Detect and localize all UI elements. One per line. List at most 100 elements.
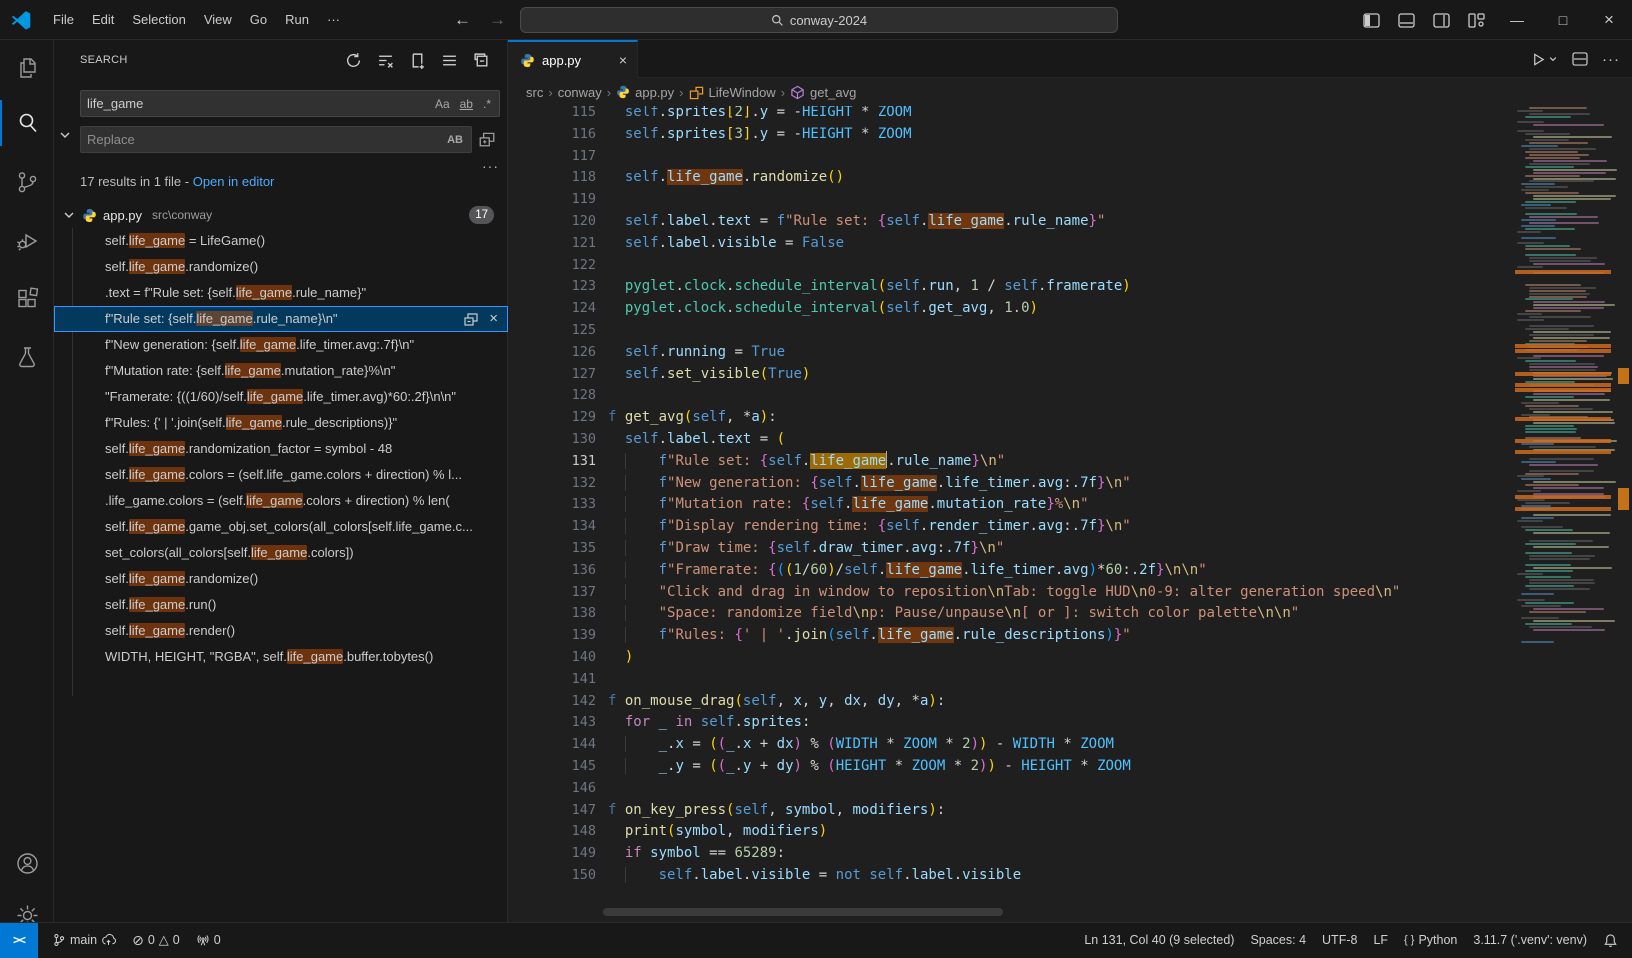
code-line[interactable]: 125: [508, 320, 1513, 342]
search-icon[interactable]: [0, 100, 54, 146]
breadcrumb-app-py[interactable]: app.py: [635, 85, 674, 100]
search-result-row[interactable]: .life_game.colors = (self.life_game.colo…: [54, 488, 508, 514]
code-line[interactable]: 146: [508, 778, 1513, 800]
code-line[interactable]: 144 _.x = ((_.x + dx) % (WIDTH * ZOOM * …: [508, 734, 1513, 756]
toggle-replace-chevron-icon[interactable]: [58, 128, 74, 144]
language-mode-item[interactable]: { } Python: [1396, 923, 1465, 957]
code-line[interactable]: 124 pyglet.clock.schedule_interval(self.…: [508, 298, 1513, 320]
search-result-row[interactable]: self.life_game = LifeGame(): [54, 228, 508, 254]
code-line[interactable]: 138 "Space: randomize field\np: Pause/un…: [508, 603, 1513, 625]
code-line[interactable]: 130 self.label.text = (: [508, 429, 1513, 451]
command-center-search[interactable]: conway-2024: [520, 7, 1118, 33]
breadcrumb-conway[interactable]: conway: [558, 85, 602, 100]
code-line[interactable]: 118 self.life_game.randomize(): [508, 167, 1513, 189]
code-line[interactable]: 117: [508, 146, 1513, 168]
code-line[interactable]: 131 f"Rule set: {self.life_game.rule_nam…: [508, 451, 1513, 473]
search-result-row[interactable]: self.life_game.game_obj.set_colors(all_c…: [54, 514, 508, 540]
cursor-position-item[interactable]: Ln 131, Col 40 (9 selected): [1076, 923, 1242, 957]
eol-item[interactable]: LF: [1365, 923, 1396, 957]
toggle-sidebar-icon[interactable]: [1363, 13, 1380, 28]
close-button[interactable]: ×: [1586, 0, 1632, 40]
code-line[interactable]: 120 self.label.text = f"Rule set: {self.…: [508, 211, 1513, 233]
run-python-file-button[interactable]: [1531, 52, 1558, 67]
minimize-button[interactable]: —: [1494, 0, 1540, 40]
code-line[interactable]: 126 self.running = True: [508, 342, 1513, 364]
view-as-tree-icon[interactable]: [437, 48, 461, 72]
code-line[interactable]: 121 self.label.visible = False: [508, 233, 1513, 255]
open-search-editor-icon[interactable]: [405, 48, 429, 72]
search-result-row[interactable]: "Framerate: {((1/60)/self.life_game.life…: [54, 384, 508, 410]
split-editor-icon[interactable]: [1572, 52, 1588, 66]
search-result-row[interactable]: f"Rules: {' | '.join(self.life_game.rule…: [54, 410, 508, 436]
tab-close-icon[interactable]: ×: [619, 52, 627, 68]
code-line[interactable]: 119: [508, 189, 1513, 211]
code-line[interactable]: 139 f"Rules: {' | '.join(self.life_game.…: [508, 625, 1513, 647]
code-line[interactable]: 134 f"Display rendering time: {self.rend…: [508, 516, 1513, 538]
search-result-row[interactable]: WIDTH, HEIGHT, "RGBA", self.life_game.bu…: [54, 644, 508, 670]
menu-[interactable]: ···: [318, 8, 349, 31]
menu-go[interactable]: Go: [241, 8, 276, 31]
search-result-row[interactable]: self.life_game.render(): [54, 618, 508, 644]
breadcrumb-get-avg[interactable]: get_avg: [810, 85, 856, 100]
code-line[interactable]: 147f on_key_press(self, symbol, modifier…: [508, 800, 1513, 822]
menu-run[interactable]: Run: [276, 8, 318, 31]
menu-edit[interactable]: Edit: [83, 8, 123, 31]
code-line[interactable]: 132 f"New generation: {self.life_game.li…: [508, 473, 1513, 495]
tab-app-py[interactable]: app.py ×: [508, 40, 638, 78]
menu-file[interactable]: File: [44, 8, 83, 31]
code-line[interactable]: 123 pyglet.clock.schedule_interval(self.…: [508, 276, 1513, 298]
code-line[interactable]: 129f get_avg(self, *a):: [508, 407, 1513, 429]
breadcrumb-src[interactable]: src: [526, 85, 543, 100]
search-result-row[interactable]: f"Mutation rate: {self.life_game.mutatio…: [54, 358, 508, 384]
search-input[interactable]: life_game Aa ab .*: [80, 90, 500, 117]
forward-arrow-icon[interactable]: →: [480, 10, 515, 30]
maximize-button[interactable]: □: [1540, 0, 1586, 40]
dismiss-match-icon[interactable]: ×: [489, 306, 498, 332]
code-line[interactable]: 137 "Click and drag in window to reposit…: [508, 582, 1513, 604]
notifications-item[interactable]: [1595, 923, 1626, 957]
preserve-case-toggle[interactable]: AB: [445, 133, 465, 147]
clear-search-results-icon[interactable]: [373, 48, 397, 72]
extensions-icon[interactable]: [0, 275, 54, 321]
overview-ruler[interactable]: [1615, 40, 1632, 922]
search-result-row[interactable]: .text = f"Rule set: {self.life_game.rule…: [54, 280, 508, 306]
search-result-row[interactable]: f"New generation: {self.life_game.life_t…: [54, 332, 508, 358]
code-line[interactable]: 143 for _ in self.sprites:: [508, 712, 1513, 734]
code-line[interactable]: 135 f"Draw time: {self.draw_timer.avg:.7…: [508, 538, 1513, 560]
customize-layout-icon[interactable]: [1468, 13, 1485, 28]
minimap[interactable]: [1513, 85, 1615, 647]
code-line[interactable]: 136 f"Framerate: {((1/60)/self.life_game…: [508, 560, 1513, 582]
code-line[interactable]: 127 self.set_visible(True): [508, 364, 1513, 386]
search-result-row[interactable]: set_colors(all_colors[self.life_game.col…: [54, 540, 508, 566]
code-line[interactable]: 149 if symbol == 65289:: [508, 843, 1513, 865]
match-case-toggle[interactable]: Aa: [433, 96, 452, 112]
toggle-panel-icon[interactable]: [1398, 13, 1415, 28]
search-result-row[interactable]: self.life_game.randomize(): [54, 566, 508, 592]
code-line[interactable]: 140 ): [508, 647, 1513, 669]
back-arrow-icon[interactable]: ←: [445, 10, 480, 30]
account-icon[interactable]: [0, 840, 54, 886]
replace-match-icon[interactable]: [463, 311, 479, 327]
code-line[interactable]: 116 self.sprites[3].y = -HEIGHT * ZOOM: [508, 124, 1513, 146]
code-line[interactable]: 133 f"Mutation rate: {self.life_game.mut…: [508, 494, 1513, 516]
search-result-row[interactable]: self.life_game.run(): [54, 592, 508, 618]
horizontal-scrollbar[interactable]: [603, 908, 1003, 916]
encoding-item[interactable]: UTF-8: [1314, 923, 1365, 957]
run-and-debug-icon[interactable]: [0, 217, 54, 263]
toggle-secondary-sidebar-icon[interactable]: [1433, 13, 1450, 28]
explorer-icon[interactable]: [0, 45, 54, 91]
code-line[interactable]: 141: [508, 669, 1513, 691]
toggle-search-details-icon[interactable]: ···: [482, 158, 499, 174]
whole-word-toggle[interactable]: ab: [458, 96, 475, 112]
replace-input[interactable]: Replace AB: [80, 126, 472, 153]
file-result-row[interactable]: app.py src\conway 17: [54, 202, 508, 228]
menu-view[interactable]: View: [195, 8, 241, 31]
search-result-row[interactable]: self.life_game.colors = (self.life_game.…: [54, 462, 508, 488]
code-line[interactable]: 148 print(symbol, modifiers): [508, 821, 1513, 843]
open-in-editor-link[interactable]: Open in editor: [193, 174, 275, 189]
code-line[interactable]: 145 _.y = ((_.y + dy) % (HEIGHT * ZOOM *…: [508, 756, 1513, 778]
refresh-icon[interactable]: [341, 48, 365, 72]
search-result-row[interactable]: self.life_game.randomize(): [54, 254, 508, 280]
code-line[interactable]: 142f on_mouse_drag(self, x, y, dx, dy, *…: [508, 691, 1513, 713]
regex-toggle[interactable]: .*: [481, 96, 493, 112]
